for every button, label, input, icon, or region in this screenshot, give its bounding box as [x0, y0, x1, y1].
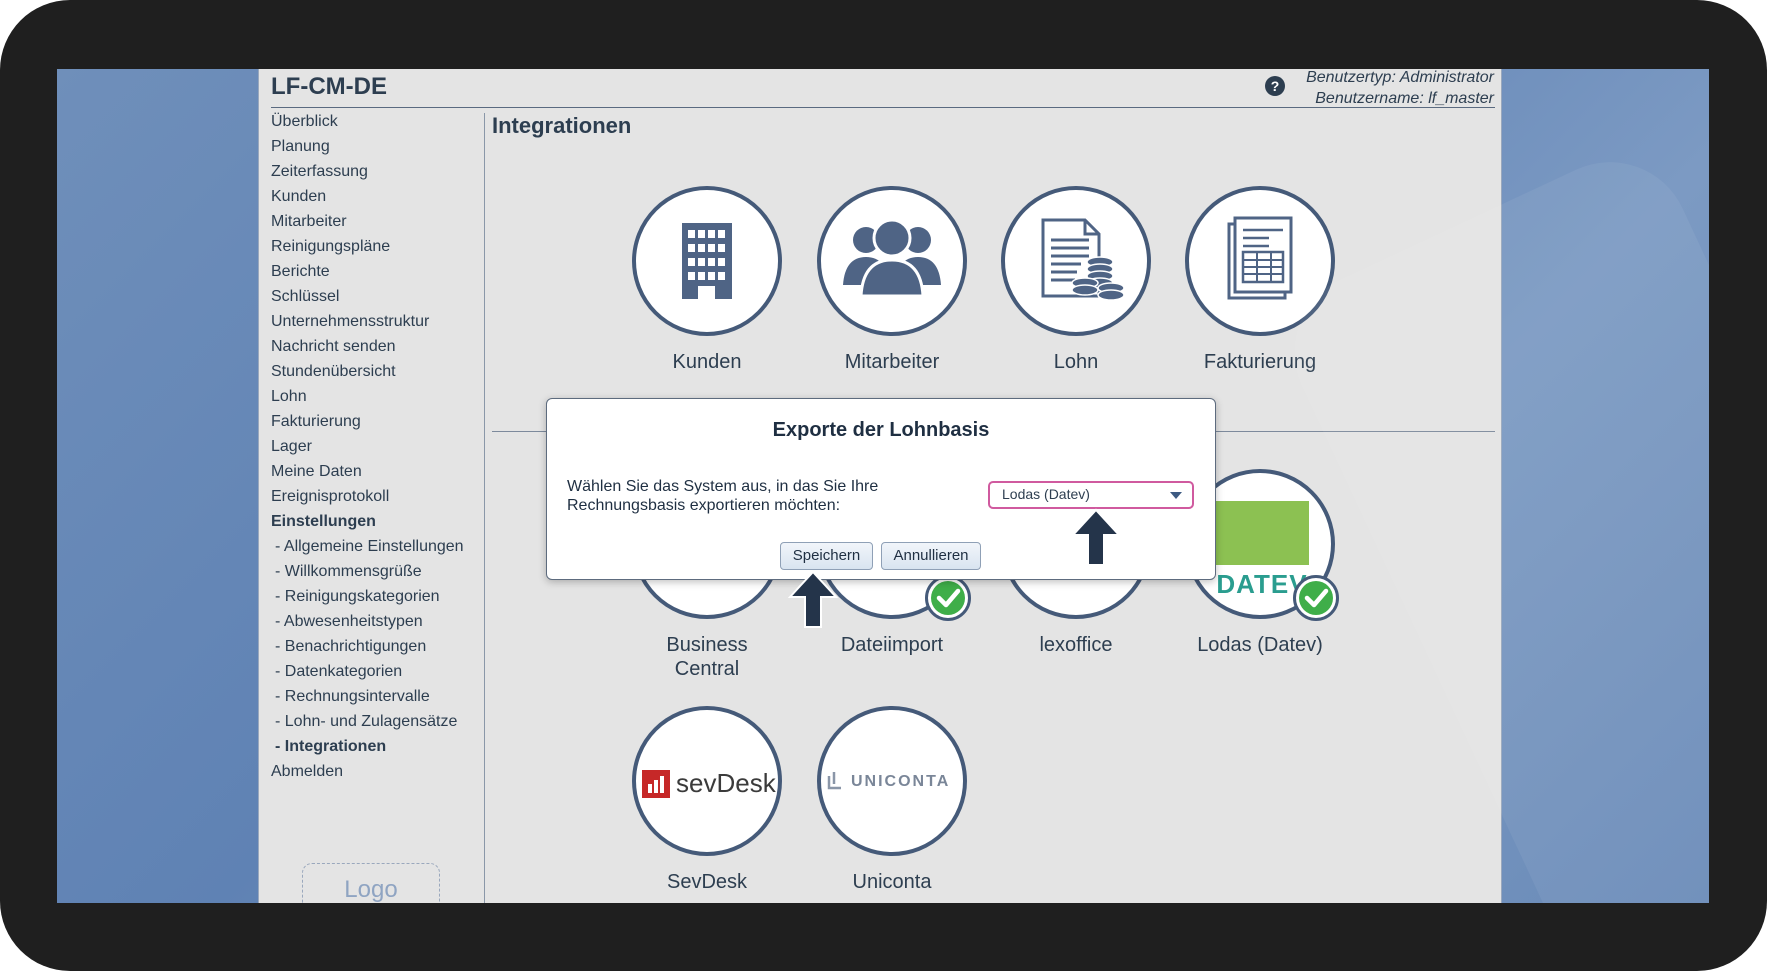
user-type: Benutzertyp: Administrator — [1306, 69, 1494, 86]
sidebar-item-unternehmensstruktur[interactable]: Unternehmensstruktur — [271, 313, 429, 331]
sidebar-item-abmelden[interactable]: Abmelden — [271, 763, 343, 781]
export-system-select[interactable]: Lodas (Datev) — [988, 481, 1194, 509]
check-badge-dateiimport — [925, 575, 971, 621]
arrow-up-icon-save — [788, 570, 838, 628]
help-icon[interactable]: ? — [1265, 76, 1285, 96]
uniconta-logo-text: UNICONTA — [851, 773, 951, 790]
sidebar-item-kunden[interactable]: Kunden — [271, 188, 326, 206]
checkmark-icon — [931, 581, 965, 615]
invoice-icon — [1227, 216, 1293, 300]
sidebar-item-stundenuebersicht[interactable]: Stundenübersicht — [271, 363, 396, 381]
sevdesk-logo-text: sevDesk — [676, 768, 776, 798]
sidebar-item-lohn[interactable]: Lohn — [271, 388, 307, 406]
sidebar-item-meine-daten[interactable]: Meine Daten — [271, 463, 362, 481]
sidebar-item-reinigungskategorien[interactable]: - Reinigungskategorien — [275, 588, 440, 606]
chevron-down-icon — [1170, 492, 1182, 499]
header-divider — [271, 107, 1495, 108]
export-system-select-value: Lodas (Datev) — [1002, 486, 1090, 502]
sidebar-item-lohn-zulagensaetze[interactable]: - Lohn- und Zulagensätze — [275, 713, 457, 731]
sidebar-item-allgemeine-einstellungen[interactable]: - Allgemeine Einstellungen — [275, 538, 464, 556]
tile-kunden-label: Kunden — [672, 351, 742, 373]
desktop-background: LF-CM-DE ? Benutzertyp: Administrator Be… — [57, 69, 1709, 903]
tile-sevdesk-circle[interactable]: sevDesk — [632, 706, 782, 856]
sidebar-item-integrationen[interactable]: - Integrationen — [275, 738, 386, 756]
tile-fakturierung-circle[interactable] — [1185, 186, 1335, 336]
sidebar-item-berichte[interactable]: Berichte — [271, 263, 330, 281]
tile-lohn-label: Lohn — [1053, 351, 1099, 373]
dialog-title: Exporte der Lohnbasis — [772, 419, 990, 441]
tile-mitarbeiter[interactable]: Mitarbeiter — [817, 186, 967, 374]
tile-sevdesk[interactable]: sevDesk SevDesk — [632, 706, 782, 894]
sidebar-item-uberblick[interactable]: Überblick — [271, 113, 338, 131]
tile-uniconta-circle[interactable]: UNICONTA — [817, 706, 967, 856]
sidebar: Überblick Planung Zeiterfassung Kunden M… — [259, 113, 485, 903]
user-name: Benutzername: lf_master — [1315, 90, 1494, 107]
cancel-button[interactable]: Annullieren — [881, 542, 981, 570]
tile-fakturierung-label: Fakturierung — [1203, 351, 1317, 373]
sidebar-item-benachrichtigungen[interactable]: - Benachrichtigungen — [275, 638, 426, 656]
sidebar-item-rechnungsintervalle[interactable]: - Rechnungsintervalle — [275, 688, 430, 706]
tile-lodas-datev-label: Lodas (Datev) — [1197, 634, 1323, 656]
tile-sevdesk-label: SevDesk — [666, 871, 748, 893]
tile-dateiimport-label: Dateiimport — [840, 634, 944, 656]
sidebar-item-einstellungen[interactable]: Einstellungen — [271, 513, 376, 531]
tile-lohn[interactable]: Lohn — [1001, 186, 1151, 374]
tile-fakturierung[interactable]: Fakturierung — [1185, 186, 1335, 374]
logo-placeholder: Logo — [302, 863, 440, 903]
sidebar-item-lager[interactable]: Lager — [271, 438, 312, 456]
save-button[interactable]: Speichern — [780, 542, 873, 570]
tile-business-central-label: Business Central — [666, 634, 748, 680]
check-badge-lodas — [1293, 575, 1339, 621]
tile-mitarbeiter-label: Mitarbeiter — [844, 351, 940, 373]
sidebar-item-zeiterfassung[interactable]: Zeiterfassung — [271, 163, 368, 181]
checkmark-icon — [1299, 581, 1333, 615]
app-title: LF-CM-DE — [271, 73, 387, 100]
datev-logo-green-block — [1211, 501, 1309, 565]
sidebar-item-mitarbeiter[interactable]: Mitarbeiter — [271, 213, 347, 231]
sidebar-item-planung[interactable]: Planung — [271, 138, 330, 156]
building-icon — [682, 223, 732, 299]
tile-mitarbeiter-circle[interactable] — [817, 186, 967, 336]
payroll-icon — [1041, 218, 1125, 301]
sidebar-item-nachricht-senden[interactable]: Nachricht senden — [271, 338, 396, 356]
tile-lohn-circle[interactable] — [1001, 186, 1151, 336]
tile-kunden-circle[interactable] — [632, 186, 782, 336]
sidebar-item-schluessel[interactable]: Schlüssel — [271, 288, 339, 306]
app-header: LF-CM-DE ? Benutzertyp: Administrator Be… — [259, 69, 1501, 108]
tile-lexoffice-label: lexoffice — [1039, 634, 1113, 656]
tile-uniconta[interactable]: UNICONTA Uniconta — [817, 706, 967, 894]
tile-kunden[interactable]: Kunden — [632, 186, 782, 374]
people-icon — [843, 218, 941, 298]
sidebar-item-fakturierung[interactable]: Fakturierung — [271, 413, 361, 431]
sidebar-item-reinigungsplaene[interactable]: Reinigungspläne — [271, 238, 390, 256]
user-info: Benutzertyp: Administrator Benutzername:… — [1306, 69, 1494, 109]
tile-uniconta-label: Uniconta — [852, 871, 932, 893]
sidebar-item-abwesenheitstypen[interactable]: - Abwesenheitstypen — [275, 613, 423, 631]
device-frame: LF-CM-DE ? Benutzertyp: Administrator Be… — [0, 0, 1767, 971]
page-title: Integrationen — [492, 113, 632, 138]
dialog-description: Wählen Sie das System aus, in das Sie Ih… — [567, 478, 879, 514]
sidebar-item-datenkategorien[interactable]: - Datenkategorien — [275, 663, 402, 681]
sidebar-item-willkommensgruesse[interactable]: - Willkommensgrüße — [275, 563, 422, 581]
sidebar-item-ereignisprotokoll[interactable]: Ereignisprotokoll — [271, 488, 389, 506]
arrow-up-icon-select — [1071, 508, 1121, 566]
